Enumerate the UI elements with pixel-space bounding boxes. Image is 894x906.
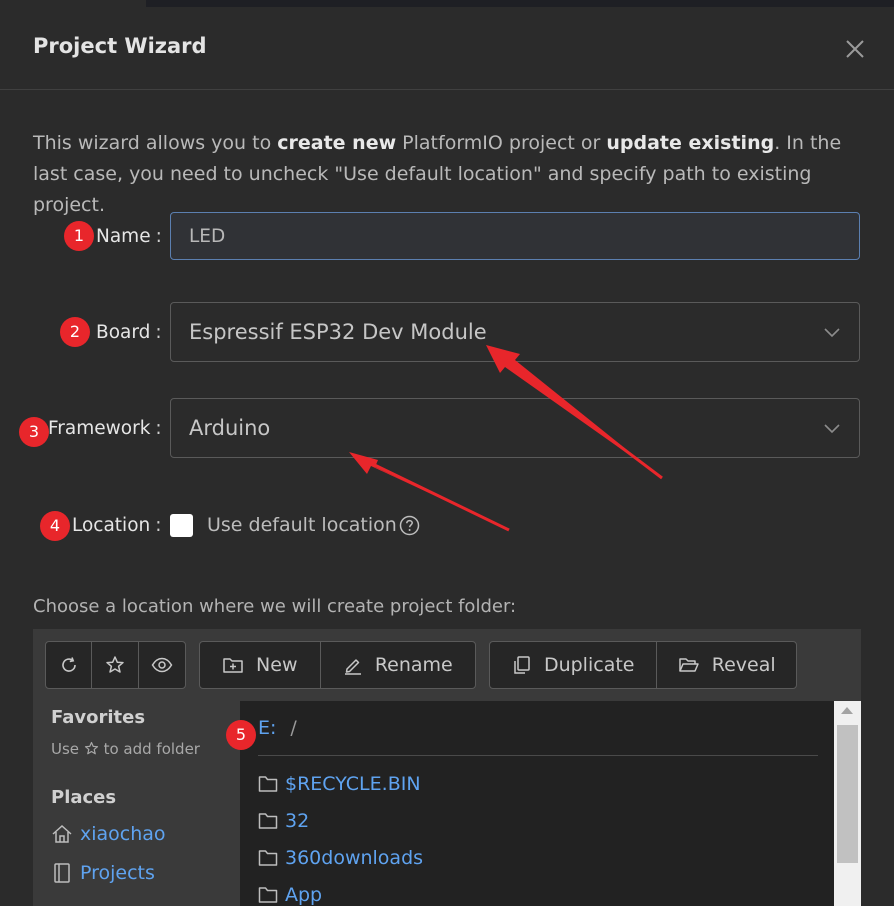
- reveal-button[interactable]: Reveal: [657, 642, 796, 688]
- copy-icon: [514, 656, 530, 674]
- folder-item-label: 360downloads: [285, 847, 424, 869]
- favorites-hint: Use to add folder: [51, 740, 200, 758]
- home-icon: [52, 824, 72, 843]
- framework-label: Framework:: [48, 418, 162, 439]
- folder-item[interactable]: $RECYCLE.BIN: [258, 773, 421, 795]
- framework-label-text: Framework: [48, 418, 151, 439]
- help-icon[interactable]: [399, 515, 420, 536]
- folder-item[interactable]: App: [258, 884, 322, 906]
- place-item-projects[interactable]: Projects: [51, 862, 155, 884]
- close-icon[interactable]: [841, 35, 869, 63]
- location-label-colon: :: [155, 515, 162, 536]
- intro-part-1: This wizard allows you to: [33, 132, 278, 154]
- chevron-down-icon: [824, 328, 840, 338]
- folder-item[interactable]: 360downloads: [258, 847, 423, 869]
- refresh-button[interactable]: [46, 642, 93, 688]
- board-label-text: Board: [96, 322, 151, 343]
- edit-button-group: New Rename: [199, 641, 476, 689]
- book-icon: [54, 863, 70, 883]
- modal-title: Project Wizard: [33, 34, 207, 58]
- folder-open-icon: [679, 658, 699, 672]
- favorite-button[interactable]: [92, 642, 139, 688]
- framework-select-value: Arduino: [189, 416, 271, 440]
- pencil-icon: [344, 659, 361, 675]
- name-label-text: Name: [96, 226, 151, 247]
- folder-item-label: $RECYCLE.BIN: [285, 773, 421, 795]
- board-label-colon: :: [155, 322, 162, 343]
- folder-list-pane: E: / $RECYCLE.BIN 32 360downloads App: [240, 701, 834, 906]
- duplicate-button[interactable]: Duplicate: [490, 642, 658, 688]
- name-label: Name:: [96, 226, 162, 247]
- show-hidden-button[interactable]: [139, 642, 185, 688]
- scroll-up-arrow-icon[interactable]: [841, 707, 853, 714]
- intro-text: This wizard allows you to create new Pla…: [33, 128, 863, 221]
- folder-icon: [258, 887, 278, 903]
- folder-item[interactable]: 32: [258, 810, 309, 832]
- place-item-home[interactable]: xiaochao: [51, 823, 166, 845]
- star-icon: [84, 741, 98, 755]
- location-label: Location:: [72, 515, 161, 536]
- name-label-colon: :: [155, 226, 162, 247]
- favorites-hint-pre: Use: [51, 740, 80, 758]
- place-item-label: xiaochao: [80, 823, 166, 845]
- folder-item-label: App: [285, 884, 323, 906]
- new-folder-icon: [223, 658, 243, 673]
- chevron-down-icon: [824, 424, 840, 434]
- board-select[interactable]: Espressif ESP32 Dev Module: [170, 302, 860, 362]
- breadcrumb-drive[interactable]: E:: [258, 717, 276, 739]
- favorites-hint-post: to add folder: [103, 740, 200, 758]
- breadcrumb: E: /: [258, 717, 297, 739]
- folder-icon: [258, 850, 278, 866]
- annotation-marker-2: 2: [60, 317, 90, 347]
- folder-icon: [258, 776, 278, 792]
- folder-item-label: 32: [285, 810, 310, 832]
- refresh-icon: [61, 657, 76, 672]
- framework-label-colon: :: [155, 418, 162, 439]
- rename-label: Rename: [374, 654, 453, 676]
- reveal-label: Reveal: [711, 654, 776, 676]
- annotation-marker-5: 5: [226, 720, 256, 750]
- intro-bold-1: create new: [277, 132, 397, 154]
- rename-button[interactable]: Rename: [321, 642, 475, 688]
- new-folder-button[interactable]: New: [200, 642, 321, 688]
- place-item-label: Projects: [80, 862, 155, 884]
- choose-location-label: Choose a location where we will create p…: [33, 596, 517, 617]
- places-heading: Places: [51, 787, 117, 808]
- top-window-strip: [0, 0, 894, 7]
- intro-bold-2: update existing: [606, 132, 775, 154]
- folder-icon: [258, 813, 278, 829]
- framework-select[interactable]: Arduino: [170, 398, 860, 458]
- favorites-heading: Favorites: [51, 707, 146, 728]
- tab-stub: [0, 0, 146, 7]
- scrollbar-thumb[interactable]: [837, 725, 858, 863]
- places-sidebar: Favorites Use to add folder Places xiaoc…: [33, 701, 240, 906]
- breadcrumb-separator: /: [290, 717, 297, 739]
- nav-button-group: [45, 641, 186, 689]
- use-default-location-checkbox[interactable]: [170, 514, 193, 537]
- file-button-group: Duplicate Reveal: [489, 641, 797, 689]
- board-select-value: Espressif ESP32 Dev Module: [189, 320, 487, 344]
- use-default-location-label[interactable]: Use default location: [207, 514, 397, 536]
- eye-icon: [151, 657, 173, 673]
- name-input[interactable]: [170, 212, 860, 260]
- breadcrumb-divider: [258, 755, 818, 756]
- new-folder-label: New: [256, 654, 298, 676]
- duplicate-label: Duplicate: [543, 654, 635, 676]
- location-label-text: Location: [72, 515, 151, 536]
- intro-part-2: PlatformIO project or: [396, 132, 607, 154]
- annotation-marker-4: 4: [40, 511, 70, 541]
- board-label: Board:: [96, 322, 162, 343]
- modal-header: Project Wizard: [0, 7, 894, 90]
- annotation-marker-3: 3: [19, 417, 49, 447]
- star-icon: [106, 656, 124, 673]
- folder-list-scrollbar[interactable]: [834, 701, 861, 906]
- annotation-marker-1: 1: [64, 221, 94, 251]
- folder-browser: New Rename Duplicate Reveal Favorites Us…: [33, 629, 861, 906]
